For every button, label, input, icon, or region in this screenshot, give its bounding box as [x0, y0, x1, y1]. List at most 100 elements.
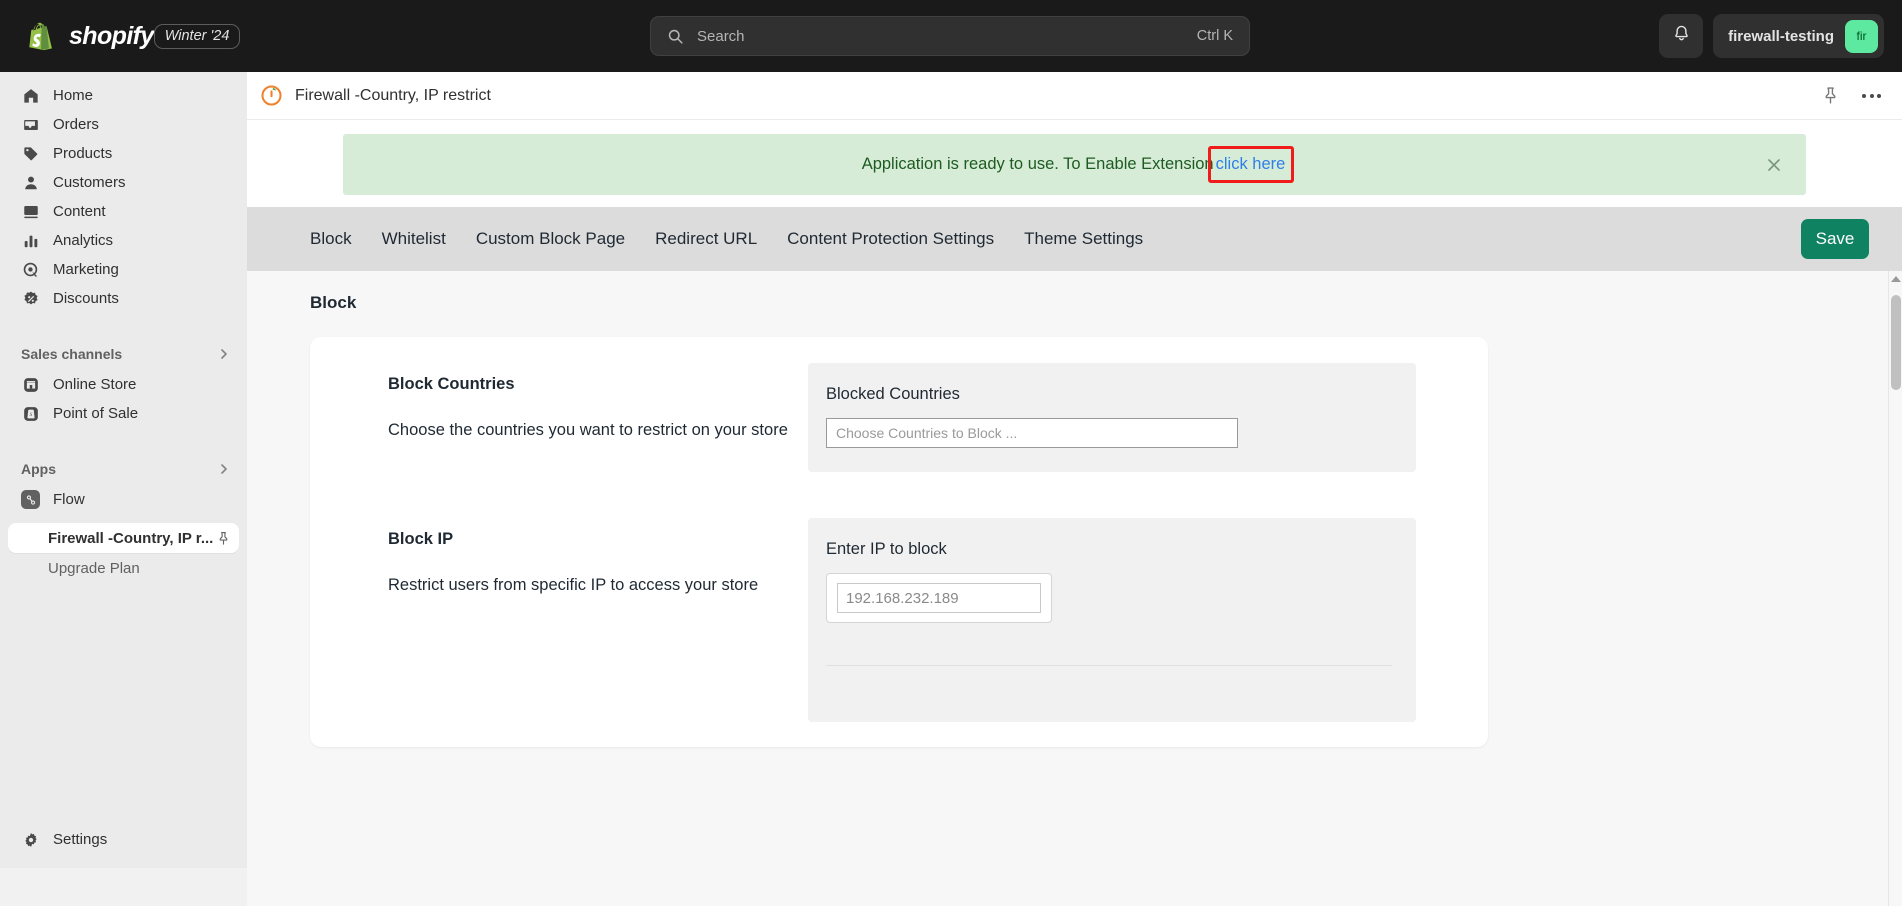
pin-icon[interactable] [1821, 86, 1840, 105]
sidebar-item-label: Products [53, 145, 113, 162]
sidebar-item-marketing[interactable]: Marketing [8, 255, 239, 284]
content-area: Block Block Countries Choose the countri… [247, 271, 1902, 906]
page-title: Firewall -Country, IP restrict [295, 86, 491, 104]
sidebar-item-online-store[interactable]: Online Store [8, 370, 239, 399]
shopify-bag-icon [26, 21, 56, 52]
top-bar-actions: firewall-testing fir [1659, 14, 1884, 58]
banner-strip: Application is ready to use. To Enable E… [247, 120, 1902, 207]
sidebar-section-apps[interactable]: Apps [21, 456, 237, 482]
sidebar-item-label: Online Store [53, 376, 137, 393]
orders-inbox-icon [21, 115, 40, 134]
sidebar-item-label: Marketing [53, 261, 119, 278]
sidebar-item-discounts[interactable]: Discounts [8, 284, 239, 313]
block-ip-label: Enter IP to block [826, 540, 947, 558]
content-image-icon [21, 202, 40, 221]
close-icon[interactable] [1766, 157, 1782, 173]
sidebar-section-sales-channels[interactable]: Sales channels [21, 341, 237, 367]
save-button[interactable]: Save [1801, 219, 1869, 259]
discounts-badge-icon [21, 289, 40, 308]
block-ip-description: Block IP Restrict users from specific IP… [388, 518, 808, 598]
app-header: Firewall -Country, IP restrict [247, 72, 1902, 120]
sidebar-item-products[interactable]: Products [8, 139, 239, 168]
sidebar-item-flow[interactable]: Flow [8, 485, 239, 514]
search-input[interactable]: Search [697, 28, 1197, 45]
brand-logo[interactable]: shopify [26, 21, 154, 52]
analytics-bars-icon [21, 231, 40, 250]
sidebar-item-label: Flow [53, 491, 85, 508]
block-settings-card: Block Countries Choose the countries you… [310, 337, 1488, 747]
tab-list: Block Whitelist Custom Block Page Redire… [295, 229, 1158, 249]
sidebar-item-upgrade-plan[interactable]: Upgrade Plan [8, 553, 239, 583]
svg-text:S: S [29, 411, 32, 417]
sidebar-item-label: Content [53, 203, 106, 220]
firewall-app-logo-icon [260, 84, 283, 107]
sidebar-item-label: Analytics [53, 232, 114, 249]
products-tag-icon [21, 144, 40, 163]
sidebar-item-label: Firewall -Country, IP r... [48, 529, 214, 547]
enable-extension-link[interactable]: click here [1214, 155, 1288, 174]
search-shortcut-hint: Ctrl K [1196, 28, 1233, 44]
block-countries-text: Choose the countries you want to restric… [388, 421, 788, 439]
tabs-bar: Block Whitelist Custom Block Page Redire… [247, 207, 1902, 271]
online-store-icon [21, 375, 40, 394]
sidebar-item-label: Home [53, 87, 94, 104]
sidebar-section-label: Sales channels [21, 346, 123, 362]
blocked-countries-panel: Blocked Countries Choose Countries to Bl… [808, 363, 1416, 472]
panel-divider [826, 665, 1392, 666]
chevron-right-icon [217, 347, 231, 361]
sidebar-item-settings[interactable]: Settings [8, 825, 239, 854]
tab-redirect-url[interactable]: Redirect URL [640, 229, 772, 249]
tab-content-protection-settings[interactable]: Content Protection Settings [772, 229, 1009, 249]
block-countries-row: Block Countries Choose the countries you… [310, 363, 1488, 472]
tab-block[interactable]: Block [295, 229, 367, 249]
sidebar-item-customers[interactable]: Customers [8, 168, 239, 197]
search-bar[interactable]: Search Ctrl K [650, 16, 1250, 56]
customers-person-icon [21, 173, 40, 192]
row-gap [310, 472, 1488, 518]
bell-icon [1672, 24, 1691, 48]
more-horizontal-icon[interactable] [1862, 93, 1881, 98]
status-banner: Application is ready to use. To Enable E… [343, 134, 1806, 195]
flow-app-icon [21, 490, 40, 509]
block-countries-heading: Block Countries [388, 375, 515, 393]
search-icon [667, 28, 684, 45]
section-title: Block [310, 293, 357, 312]
blocked-countries-input[interactable]: Choose Countries to Block ... [826, 418, 1238, 448]
store-name: firewall-testing [1728, 27, 1834, 45]
avatar: fir [1845, 19, 1878, 53]
point-of-sale-icon: S [21, 404, 40, 423]
sidebar-item-firewall-app[interactable]: Firewall -Country, IP r... [8, 523, 239, 553]
gear-icon [21, 830, 40, 849]
sidebar-item-orders[interactable]: Orders [8, 110, 239, 139]
block-ip-input[interactable]: 192.168.232.189 [837, 583, 1041, 613]
tab-custom-block-page[interactable]: Custom Block Page [461, 229, 640, 249]
sidebar-nav: Home Orders Products Customers Content A… [0, 72, 247, 583]
content-scrollbar[interactable] [1888, 271, 1902, 906]
sidebar-section-label: Apps [21, 461, 56, 477]
pin-icon[interactable] [216, 531, 231, 546]
scroll-up-arrow-icon[interactable] [1890, 276, 1901, 282]
sidebar: Home Orders Products Customers Content A… [0, 72, 247, 868]
sidebar-item-analytics[interactable]: Analytics [8, 226, 239, 255]
sidebar-item-content[interactable]: Content [8, 197, 239, 226]
tab-whitelist[interactable]: Whitelist [367, 229, 461, 249]
sidebar-item-point-of-sale[interactable]: S Point of Sale [8, 399, 239, 428]
marketing-target-icon [21, 260, 40, 279]
tab-theme-settings[interactable]: Theme Settings [1009, 229, 1158, 249]
sidebar-item-home[interactable]: Home [8, 81, 239, 110]
scrollbar-thumb[interactable] [1891, 295, 1901, 390]
block-ip-text: Restrict users from specific IP to acces… [388, 576, 759, 594]
sidebar-item-label: Orders [53, 116, 99, 133]
block-ip-row: Block IP Restrict users from specific IP… [310, 518, 1488, 722]
sidebar-settings-row: Settings [0, 825, 247, 854]
sidebar-item-label: Discounts [53, 290, 119, 307]
block-countries-description: Block Countries Choose the countries you… [388, 363, 808, 443]
sidebar-item-label: Point of Sale [53, 405, 139, 422]
blocked-countries-label: Blocked Countries [826, 385, 960, 403]
banner-message: Application is ready to use. To Enable E… [861, 155, 1214, 173]
notifications-button[interactable] [1659, 14, 1704, 58]
store-profile-button[interactable]: firewall-testing fir [1713, 14, 1884, 58]
home-icon [21, 86, 40, 105]
